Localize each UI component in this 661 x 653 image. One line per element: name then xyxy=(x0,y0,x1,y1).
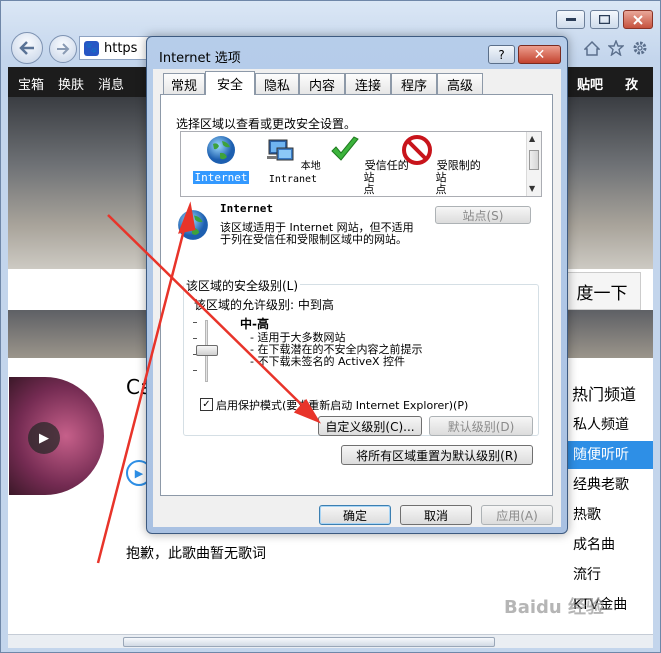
home-icon[interactable] xyxy=(582,38,602,58)
channel-item[interactable]: 成名曲 xyxy=(565,531,653,559)
no-lyrics-message: 抱歉，此歌曲暂无歌词 xyxy=(126,546,266,562)
level-name: 中-高 xyxy=(240,317,269,331)
zone-label: 受限制的站 点 xyxy=(435,159,481,196)
checkmark-icon xyxy=(331,136,360,161)
protected-mode-label: 启用保护模式(要求重新启动 Internet Explorer)(P) xyxy=(216,399,469,412)
favorites-star-icon[interactable] xyxy=(606,38,626,58)
address-text: https xyxy=(104,40,138,56)
scroll-up-arrow-icon[interactable]: ▲ xyxy=(529,134,535,143)
select-zone-label: 选择区域以查看或更改安全设置。 xyxy=(176,117,357,131)
network-icon xyxy=(267,139,294,161)
close-icon xyxy=(633,14,643,25)
forward-arrow-icon xyxy=(57,43,70,55)
maximize-icon xyxy=(599,15,610,24)
tab-connections[interactable]: 连接 xyxy=(345,73,391,94)
gear-icon[interactable] xyxy=(630,38,650,58)
zone-local-intranet[interactable]: 本地 Intranet xyxy=(253,134,333,196)
nav-link-more[interactable]: 孜 xyxy=(625,74,638,93)
cancel-button[interactable]: 取消 xyxy=(400,505,472,525)
window-close-button[interactable] xyxy=(623,10,653,29)
zone-description: 该区域适用于 Internet 网站，但不适用于列在受信任和受限制区域中的网站。 xyxy=(220,221,414,246)
horizontal-scrollbar[interactable] xyxy=(8,634,653,648)
nav-link-skin[interactable]: 换肤 xyxy=(58,74,84,93)
scrollbar-thumb[interactable] xyxy=(123,637,495,647)
tab-content[interactable]: 内容 xyxy=(299,73,345,94)
nav-link-tieba[interactable]: 贴吧 xyxy=(577,74,603,93)
tab-privacy[interactable]: 隐私 xyxy=(255,73,299,94)
sites-button[interactable]: 站点(S) xyxy=(435,206,531,224)
slider-tick xyxy=(193,370,197,371)
zone-internet[interactable]: Internet xyxy=(181,134,261,196)
default-level-button[interactable]: 默认级别(D) xyxy=(429,416,533,436)
site-favicon-icon: 🐾 xyxy=(84,40,99,56)
minimize-icon xyxy=(565,17,576,21)
zone-trusted-sites[interactable]: 受信任的站 点 xyxy=(329,134,409,196)
channel-item[interactable]: 经典老歌 xyxy=(565,471,653,499)
tab-security[interactable]: 安全 xyxy=(205,71,255,95)
tab-advanced[interactable]: 高级 xyxy=(437,73,483,94)
channel-item[interactable]: 私人频道 xyxy=(565,411,653,439)
no-entry-icon xyxy=(402,135,433,165)
minimize-button[interactable] xyxy=(556,10,585,29)
dialog-title: Internet 选项 xyxy=(159,51,241,66)
level-bullet: - 不下载未签名的 ActiveX 控件 xyxy=(250,355,406,368)
tab-programs[interactable]: 程序 xyxy=(391,73,437,94)
slider-tick xyxy=(193,338,197,339)
security-level-label: 该区域的安全级别(L) xyxy=(184,277,301,294)
protected-mode-checkbox[interactable]: ✓ xyxy=(200,398,213,411)
dialog-close-button[interactable]: ✕ xyxy=(518,45,561,64)
scrollbar-thumb[interactable] xyxy=(529,150,539,170)
zone-name: Internet xyxy=(220,202,273,215)
allowed-level-text: 该区域的允许级别: 中到高 xyxy=(194,298,334,312)
address-bar[interactable]: 🐾 https xyxy=(79,36,151,60)
zone-label: Internet xyxy=(192,171,250,184)
security-slider-thumb[interactable] xyxy=(196,345,218,356)
forward-button[interactable] xyxy=(49,35,77,63)
slider-tick xyxy=(193,322,197,323)
nav-link-messages[interactable]: 消息 xyxy=(98,74,124,93)
channel-item-active[interactable]: 随便听听 xyxy=(565,441,653,469)
channel-item[interactable]: 热歌 xyxy=(565,501,653,529)
album-play-button[interactable]: ▶ xyxy=(28,422,60,454)
globe-icon xyxy=(178,210,208,240)
tab-general[interactable]: 常规 xyxy=(163,73,205,94)
back-arrow-icon xyxy=(19,41,34,55)
globe-icon xyxy=(207,136,235,164)
baidu-search-button[interactable]: 度一下 xyxy=(563,272,641,310)
maximize-button[interactable] xyxy=(590,10,619,29)
hot-channels-title: 热门频道 xyxy=(572,385,637,404)
channel-item[interactable]: 流行 xyxy=(565,561,653,589)
zone-list: Internet 本地 Intranet 受信任的站 点 受限制的站 点 ▲ ▼ xyxy=(180,131,542,197)
nav-link-treasure[interactable]: 宝箱 xyxy=(18,74,44,93)
custom-level-button[interactable]: 自定义级别(C)... xyxy=(318,416,422,436)
watermark-text: Baidu 经验 xyxy=(504,597,605,618)
scroll-down-arrow-icon[interactable]: ▼ xyxy=(529,184,535,193)
back-button[interactable] xyxy=(11,32,43,64)
help-button[interactable]: ? xyxy=(488,45,515,64)
apply-button[interactable]: 应用(A) xyxy=(481,505,553,525)
zone-list-scrollbar[interactable]: ▲ ▼ xyxy=(526,132,541,196)
ok-button[interactable]: 确定 xyxy=(319,505,391,525)
reset-all-zones-button[interactable]: 将所有区域重置为默认级别(R) xyxy=(341,445,533,465)
zone-restricted-sites[interactable]: 受限制的站 点 xyxy=(401,134,481,196)
